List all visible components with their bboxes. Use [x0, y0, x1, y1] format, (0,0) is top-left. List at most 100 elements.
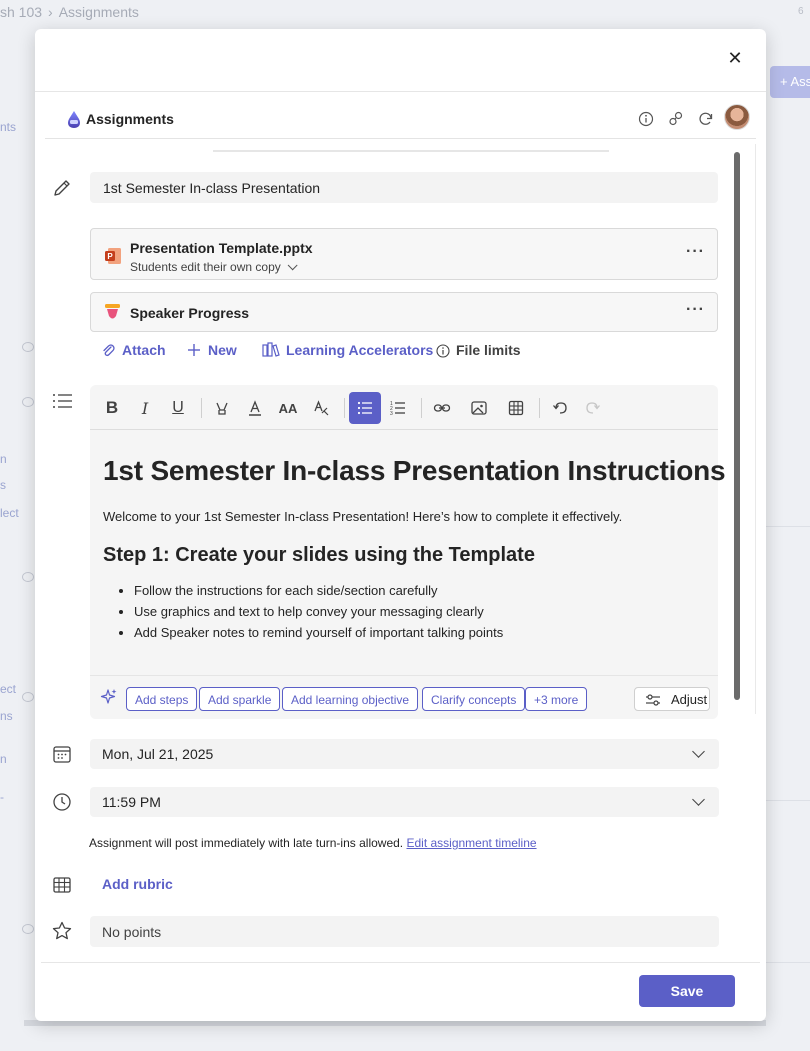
divider	[539, 398, 540, 418]
add-learning-objective-chip[interactable]: Add learning objective	[282, 687, 419, 711]
hidden-eye-icon	[22, 342, 34, 352]
timeline-note: Assignment will post immediately with la…	[89, 836, 537, 850]
attach-button[interactable]: Attach	[100, 342, 166, 358]
list-item: Follow the instructions for each side/se…	[134, 583, 713, 598]
attachment-card[interactable]: Speaker Progress ···	[90, 292, 718, 332]
adjust-label: Adjust	[671, 692, 708, 707]
instructions-intro: Welcome to your 1st Semester In-class Pr…	[103, 509, 623, 524]
scrollbar[interactable]	[734, 152, 740, 700]
add-sparkle-chip[interactable]: Add sparkle	[199, 687, 281, 711]
image-icon[interactable]	[463, 392, 495, 424]
avatar[interactable]	[724, 104, 750, 130]
attachment-name: Speaker Progress	[130, 305, 250, 321]
divider	[766, 800, 810, 801]
due-time-select[interactable]: 11:59 PM	[90, 787, 719, 817]
app-header: Assignments	[45, 101, 756, 139]
instructions-list-icon	[53, 394, 72, 408]
app-title: Assignments	[86, 111, 174, 127]
info-icon	[436, 344, 450, 358]
divider	[344, 398, 345, 418]
divider	[766, 526, 810, 527]
divider	[766, 962, 810, 963]
svg-text:3: 3	[390, 411, 393, 417]
divider	[35, 91, 766, 92]
attachment-permission-dropdown[interactable]: Students edit their own copy	[130, 260, 298, 274]
adjust-button[interactable]: Adjust	[634, 687, 710, 711]
add-rubric-button[interactable]: Add rubric	[102, 876, 173, 892]
background-left-label: -	[0, 790, 4, 804]
instructions-content[interactable]: 1st Semester In-class Presentation Instr…	[103, 455, 726, 646]
numbered-list-icon[interactable]: 123	[382, 392, 414, 424]
scroll-indicator	[213, 150, 609, 152]
powerpoint-icon: P	[105, 248, 121, 264]
file-limits-label: File limits	[456, 342, 521, 358]
divider	[201, 398, 202, 418]
info-icon[interactable]	[636, 109, 656, 129]
edit-assignment-timeline-link[interactable]: Edit assignment timeline	[406, 836, 536, 850]
sliders-icon	[646, 694, 660, 706]
background-left-column: nts n s lect ect ns n -	[0, 0, 34, 1051]
breadcrumb-page: Assignments	[58, 4, 139, 20]
speaker-progress-icon	[105, 304, 120, 319]
bulleted-list-icon[interactable]	[349, 392, 381, 424]
paperclip-icon	[103, 344, 115, 357]
hidden-eye-icon	[22, 572, 34, 582]
background-assign-button: + Assi	[770, 66, 810, 98]
close-icon[interactable]: ✕	[724, 47, 746, 69]
highlight-icon[interactable]	[206, 392, 238, 424]
ai-suggestions-bar: Add steps Add sparkle Add learning objec…	[90, 675, 718, 719]
background-left-label: ns	[0, 709, 13, 723]
due-date-select[interactable]: Mon, Jul 21, 2025	[90, 739, 719, 769]
assignments-logo-icon	[68, 111, 80, 128]
underline-icon[interactable]: U	[162, 392, 194, 424]
instructions-editor[interactable]: B I U AA 123 1st Semester In-class Prese…	[90, 385, 726, 719]
clarify-concepts-chip[interactable]: Clarify concepts	[422, 687, 526, 711]
points-select[interactable]: No points	[90, 916, 719, 947]
redo-icon[interactable]	[577, 392, 609, 424]
hidden-eye-icon	[22, 924, 34, 934]
more-suggestions-chip[interactable]: +3 more	[525, 687, 588, 711]
chevron-down-icon	[692, 793, 705, 806]
attach-label: Attach	[122, 342, 166, 358]
formatting-toolbar: B I U AA 123	[90, 385, 718, 430]
timeline-note-text: Assignment will post immediately with la…	[89, 836, 404, 850]
background-left-label: s	[0, 478, 6, 492]
attachment-card[interactable]: P Presentation Template.pptx Students ed…	[90, 228, 718, 280]
list-item: Use graphics and text to help convey you…	[134, 604, 713, 619]
new-button[interactable]: New	[186, 342, 237, 358]
font-size-icon[interactable]: AA	[272, 392, 304, 424]
more-options-icon[interactable]: ···	[686, 301, 705, 319]
books-icon	[262, 342, 280, 357]
due-date-value: Mon, Jul 21, 2025	[102, 746, 214, 762]
link-icon[interactable]	[426, 392, 458, 424]
learning-accelerators-button[interactable]: Learning Accelerators	[262, 342, 433, 358]
refresh-icon[interactable]	[696, 109, 716, 129]
breadcrumb-separator: ›	[48, 4, 53, 20]
instructions-heading: 1st Semester In-class Presentation Instr…	[103, 455, 726, 486]
save-button[interactable]: Save	[639, 975, 735, 1007]
svg-text:P: P	[107, 252, 113, 261]
calendar-icon	[53, 746, 71, 763]
background-left-label: n	[0, 752, 7, 766]
table-icon[interactable]	[500, 392, 532, 424]
file-limits-button[interactable]: File limits	[436, 342, 521, 358]
instructions-bullet-list: Follow the instructions for each side/se…	[103, 583, 713, 640]
background-left-label: lect	[0, 506, 19, 520]
background-left-label: n	[0, 452, 7, 466]
background-right-column: + Assi	[766, 0, 810, 1051]
due-time-value: 11:59 PM	[102, 794, 161, 810]
text-format-icon[interactable]	[305, 392, 337, 424]
list-item: Add Speaker notes to remind yourself of …	[134, 625, 713, 640]
assignment-title-input[interactable]: 1st Semester In-class Presentation	[90, 172, 718, 203]
hidden-eye-icon	[22, 397, 34, 407]
add-steps-chip[interactable]: Add steps	[126, 687, 198, 711]
divider	[421, 398, 422, 418]
bold-icon[interactable]: B	[96, 392, 128, 424]
link-icon[interactable]	[666, 109, 686, 129]
more-options-icon[interactable]: ···	[686, 243, 705, 261]
italic-icon[interactable]: I	[129, 392, 161, 424]
font-color-icon[interactable]	[239, 392, 271, 424]
chevron-down-icon	[287, 260, 298, 271]
background-left-label: ect	[0, 682, 17, 696]
undo-icon[interactable]	[544, 392, 576, 424]
